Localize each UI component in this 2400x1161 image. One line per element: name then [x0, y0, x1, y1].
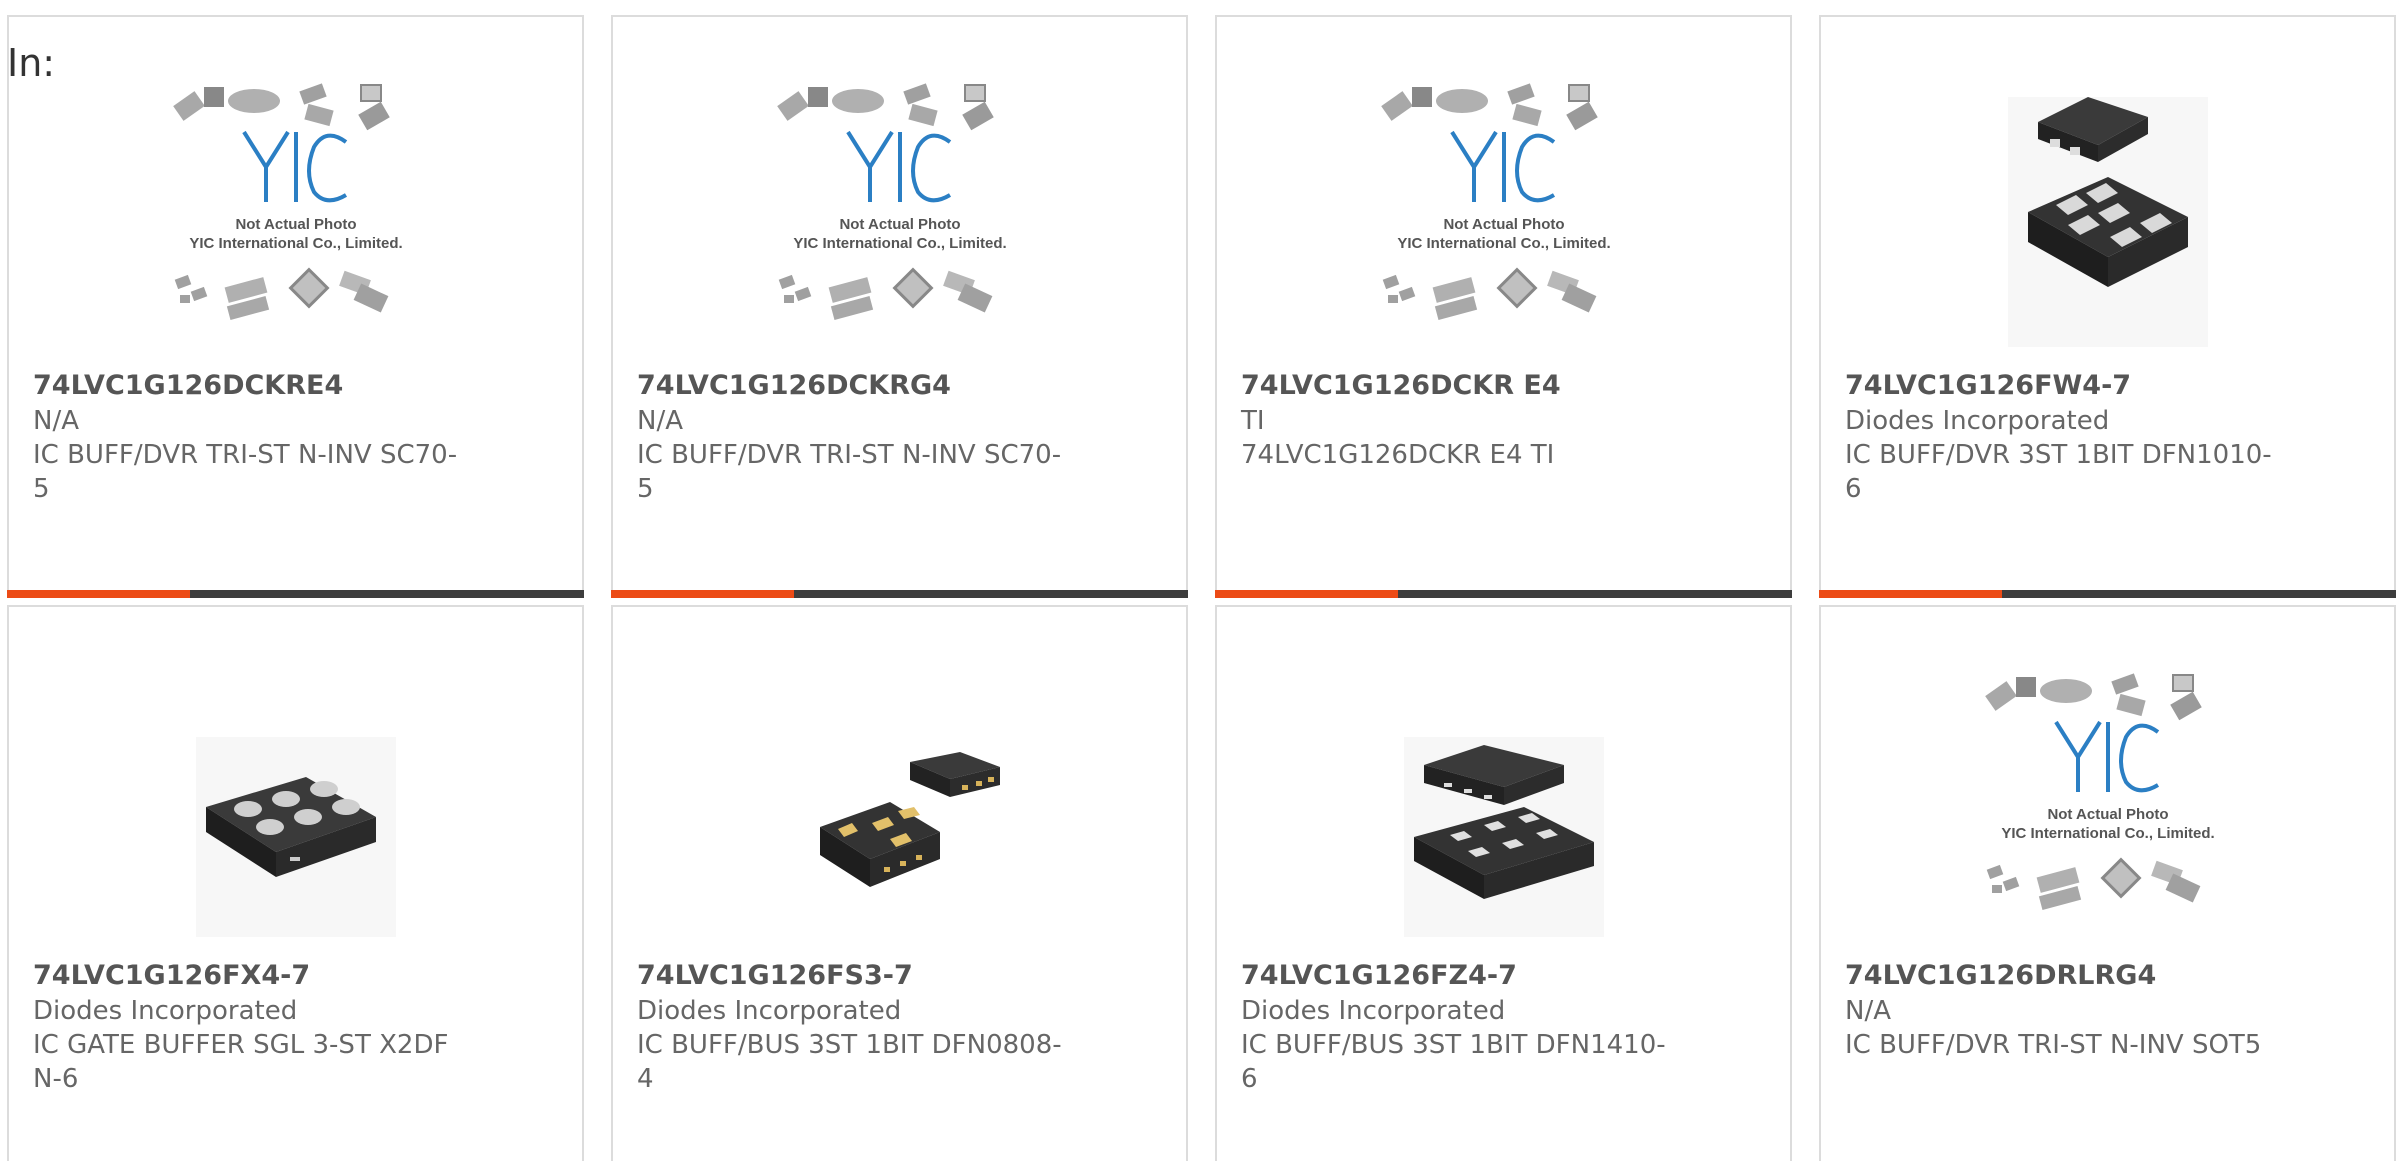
product-card[interactable]: Not Actual Photo YIC International Co., …	[1215, 15, 1792, 598]
placeholder-caption-1: Not Actual Photo	[1443, 216, 1564, 233]
part-number[interactable]: 74LVC1G126FW4-7	[1845, 369, 2131, 403]
not-actual-photo-placeholder-image: Not Actual Photo YIC International Co., …	[1984, 673, 2214, 910]
part-number[interactable]: 74LVC1G126FX4-7	[33, 959, 310, 993]
part-number[interactable]: 74LVC1G126DCKRG4	[637, 369, 951, 403]
card-accent-bar	[1819, 590, 2002, 598]
part-number[interactable]: 74LVC1G126DRLRG4	[1845, 959, 2156, 993]
product-card[interactable]: 74LVC1G126FZ4-7 Diodes Incorporated IC B…	[1215, 605, 1792, 1161]
manufacturer: Diodes Incorporated	[1241, 996, 1506, 1026]
chip-dfn0808-image	[819, 752, 1000, 887]
manufacturer: Diodes Incorporated	[1845, 406, 2110, 436]
product-description: IC BUFF/DVR 3ST 1BIT DFN1010-6	[1845, 440, 2272, 504]
placeholder-caption-2: YIC International Co., Limited.	[189, 235, 402, 252]
product-description: IC BUFF/BUS 3ST 1BIT DFN0808-4	[637, 1030, 1062, 1094]
product-image[interactable]: Not Actual Photo YIC International Co., …	[9, 77, 582, 367]
card-accent-bar	[1215, 590, 1398, 598]
chip-x2dfn-image	[195, 737, 396, 937]
not-actual-photo-placeholder-image: Not Actual Photo YIC International Co., …	[776, 83, 1006, 320]
card-bottom-bar	[7, 590, 584, 598]
placeholder-caption-1: Not Actual Photo	[2047, 806, 2168, 823]
card-bottom-bar	[1215, 590, 1792, 598]
product-description: IC BUFF/DVR TRI-ST N-INV SC70-5	[637, 440, 1062, 504]
not-actual-photo-placeholder-image: Not Actual Photo YIC International Co., …	[172, 83, 402, 320]
part-number[interactable]: 74LVC1G126FZ4-7	[1241, 959, 1517, 993]
placeholder-caption-1: Not Actual Photo	[235, 216, 356, 233]
product-image[interactable]: Not Actual Photo YIC International Co., …	[613, 77, 1186, 367]
placeholder-caption-2: YIC International Co., Limited.	[1397, 235, 1610, 252]
part-number[interactable]: 74LVC1G126DCKR E4	[1241, 369, 1561, 403]
manufacturer: Diodes Incorporated	[637, 996, 902, 1026]
product-image[interactable]: Not Actual Photo YIC International Co., …	[1821, 667, 2394, 957]
product-card[interactable]: Not Actual Photo YIC International Co., …	[7, 15, 584, 598]
card-bottom-bar	[611, 590, 1188, 598]
product-image[interactable]	[9, 667, 582, 957]
card-accent-bar	[7, 590, 190, 598]
product-card[interactable]: Not Actual Photo YIC International Co., …	[611, 15, 1188, 598]
placeholder-caption-2: YIC International Co., Limited.	[2001, 825, 2214, 842]
product-image[interactable]	[1821, 77, 2394, 367]
chip-dfn1010-image	[2007, 97, 2208, 347]
manufacturer: N/A	[637, 406, 683, 436]
not-actual-photo-placeholder-image: Not Actual Photo YIC International Co., …	[1380, 83, 1610, 320]
manufacturer: TI	[1241, 406, 1265, 436]
product-description: IC GATE BUFFER SGL 3-ST X2DFN-6	[33, 1030, 449, 1094]
product-grid-page: In: Not Actual Photo YIC International C…	[0, 0, 2400, 1161]
filter-label: In:	[7, 41, 56, 85]
placeholder-caption-1: Not Actual Photo	[839, 216, 960, 233]
product-card[interactable]: 74LVC1G126FS3-7 Diodes Incorporated IC B…	[611, 605, 1188, 1161]
part-number[interactable]: 74LVC1G126FS3-7	[637, 959, 913, 993]
product-card[interactable]: 74LVC1G126FX4-7 Diodes Incorporated IC G…	[7, 605, 584, 1161]
product-card[interactable]: Not Actual Photo YIC International Co., …	[1819, 605, 2396, 1161]
manufacturer: Diodes Incorporated	[33, 996, 298, 1026]
card-bottom-bar	[1819, 590, 2396, 598]
product-description: IC BUFF/DVR TRI-ST N-INV SOT5	[1845, 1030, 2262, 1060]
chip-dfn1410-image	[1403, 737, 1604, 937]
card-accent-bar	[611, 590, 794, 598]
product-image[interactable]	[613, 667, 1186, 957]
part-number[interactable]: 74LVC1G126DCKRE4	[33, 369, 343, 403]
product-card[interactable]: 74LVC1G126FW4-7 Diodes Incorporated IC B…	[1819, 15, 2396, 598]
manufacturer: N/A	[1845, 996, 1891, 1026]
product-image[interactable]: Not Actual Photo YIC International Co., …	[1217, 77, 1790, 367]
product-image[interactable]	[1217, 667, 1790, 957]
placeholder-caption-2: YIC International Co., Limited.	[793, 235, 1006, 252]
product-description: IC BUFF/BUS 3ST 1BIT DFN1410-6	[1241, 1030, 1666, 1094]
product-description: IC BUFF/DVR TRI-ST N-INV SC70-5	[33, 440, 458, 504]
manufacturer: N/A	[33, 406, 79, 436]
product-description: 74LVC1G126DCKR E4 TI	[1241, 440, 1555, 470]
